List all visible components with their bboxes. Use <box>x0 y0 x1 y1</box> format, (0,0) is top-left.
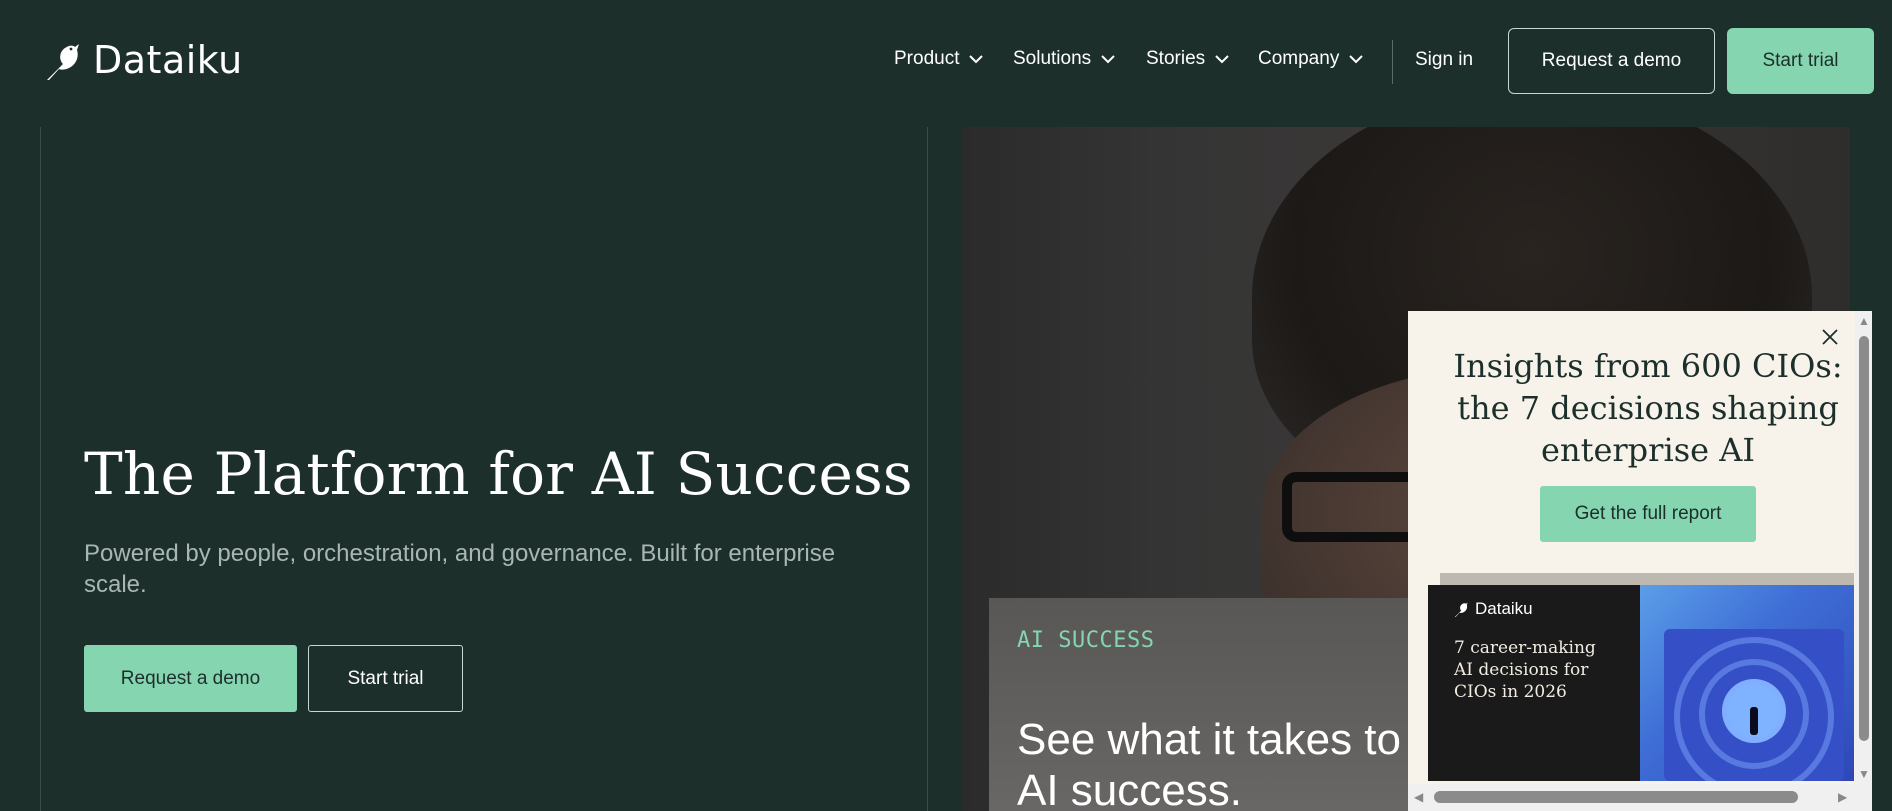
nav-start-trial-button[interactable]: Start trial <box>1727 28 1874 94</box>
chevron-down-icon <box>969 55 984 64</box>
chevron-down-icon <box>1215 55 1229 64</box>
close-icon[interactable] <box>1820 327 1840 347</box>
nav-divider <box>1392 40 1393 84</box>
scroll-right-icon[interactable]: ▶ <box>1838 791 1847 803</box>
chevron-down-icon <box>1101 55 1115 64</box>
scroll-left-icon[interactable]: ◀ <box>1414 791 1423 803</box>
report-logo: Dataiku <box>1454 599 1533 619</box>
get-report-button[interactable]: Get the full report <box>1540 486 1756 542</box>
report-cover[interactable]: Dataiku 7 career-making AI decisions for… <box>1428 585 1854 781</box>
nav-solutions[interactable]: Solutions <box>1013 48 1115 70</box>
bird-icon <box>47 44 79 80</box>
report-title: 7 career-making AI decisions for CIOs in… <box>1454 638 1596 702</box>
feature-tag: AI SUCCESS <box>1017 628 1155 653</box>
bird-icon <box>1454 602 1468 617</box>
left-rule <box>40 127 41 811</box>
nav-stories-label: Stories <box>1146 48 1206 69</box>
sign-in-link[interactable]: Sign in <box>1415 49 1473 71</box>
nav-solutions-label: Solutions <box>1013 48 1092 69</box>
center-rule <box>927 127 928 811</box>
brand-name: Dataiku <box>93 38 243 82</box>
nav-company[interactable]: Company <box>1258 48 1364 70</box>
top-nav: Dataiku Product Solutions Stories Compan… <box>0 0 1892 125</box>
hero-subtitle: Powered by people, orchestration, and go… <box>84 540 836 598</box>
chevron-down-icon <box>1349 55 1364 64</box>
report-brand: Dataiku <box>1475 599 1533 618</box>
popup-title: Insights from 600 CIOs: the 7 decisions … <box>1453 347 1843 469</box>
dataiku-logo[interactable]: Dataiku <box>45 38 243 82</box>
vertical-scroll-thumb[interactable] <box>1859 336 1869 741</box>
nav-company-label: Company <box>1258 48 1340 69</box>
tunnel-image <box>1664 629 1844 781</box>
nav-stories[interactable]: Stories <box>1146 48 1229 70</box>
nav-request-demo-button[interactable]: Request a demo <box>1508 28 1715 94</box>
horizontal-scroll-thumb[interactable] <box>1434 791 1798 803</box>
scroll-down-icon[interactable]: ▼ <box>1858 768 1870 780</box>
nav-product-label: Product <box>894 48 960 69</box>
person-silhouette <box>1750 707 1758 735</box>
nav-product[interactable]: Product <box>894 48 984 70</box>
scroll-up-icon[interactable]: ▲ <box>1858 315 1870 327</box>
hero-start-trial-button[interactable]: Start trial <box>308 645 463 712</box>
hero-request-demo-button[interactable]: Request a demo <box>84 645 297 712</box>
report-artwork <box>1640 585 1854 781</box>
hero-title: The Platform for AI Success <box>84 440 913 508</box>
